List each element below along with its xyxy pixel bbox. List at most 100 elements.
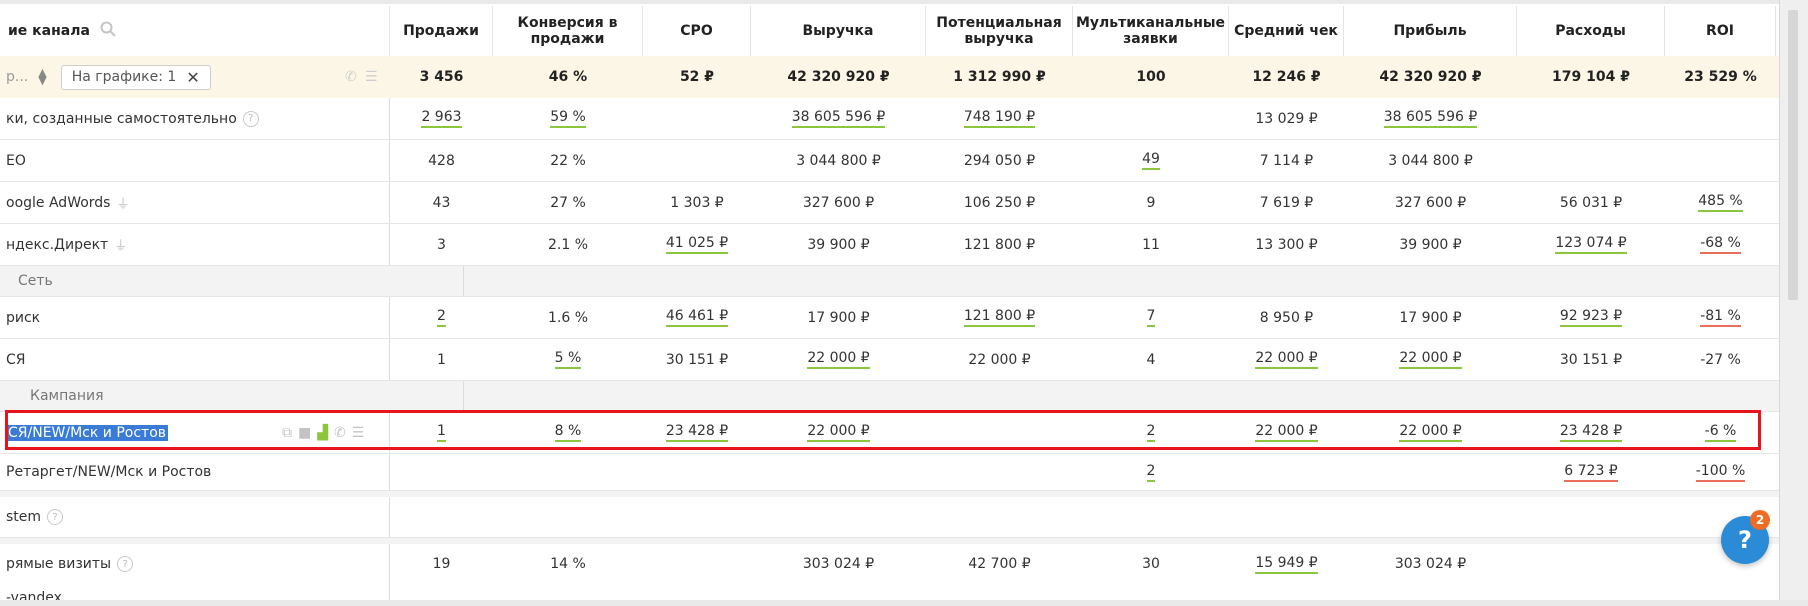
cell-avg-check: 13 300 ₽ (1255, 236, 1318, 253)
header-potential-revenue[interactable]: Потенциальная выручка (926, 6, 1073, 56)
cell-multichannel[interactable]: 2 (1146, 463, 1156, 482)
cell-sales[interactable]: 2 (437, 308, 446, 327)
notification-badge: 2 (1750, 510, 1770, 530)
table-row[interactable]: рямые визиты ? 19 14 % 303 024 ₽ 42 700 … (0, 538, 1780, 585)
cell-sales[interactable]: 1 (437, 423, 446, 442)
scrollbar-thumb[interactable] (1788, 10, 1798, 300)
cell-expenses (1517, 98, 1665, 139)
table-row[interactable]: stem ? (0, 491, 1780, 538)
cell-roi[interactable]: -100 % (1695, 463, 1746, 482)
external-link-icon[interactable]: ⧉ (282, 425, 292, 441)
total-roi: 23 529 % (1684, 69, 1757, 85)
close-icon[interactable]: ✕ (186, 68, 199, 87)
cell-profit[interactable]: 38 605 596 ₽ (1383, 109, 1478, 128)
table-row[interactable]: ндекс.Директ ⏚ 3 2.1 % 41 025 ₽ 39 900 ₽… (0, 224, 1780, 266)
total-profit: 42 320 920 ₽ (1379, 69, 1482, 85)
cell-revenue: 327 600 ₽ (802, 194, 875, 211)
table-row[interactable]: Ретаргет/NEW/Мск и Ростов 2 6 723 ₽ -100… (0, 454, 1780, 491)
cell-multichannel: 9 (1146, 194, 1156, 211)
row-name-cell: ки, созданные самостоятельно ? (0, 98, 390, 139)
cell-profit[interactable]: 22 000 ₽ (1399, 350, 1462, 369)
cell-conversion: 1.6 % (547, 309, 589, 326)
cell-cpo[interactable]: 41 025 ₽ (665, 235, 729, 254)
cell-profit: 303 024 ₽ (1394, 556, 1467, 572)
row-name-cell: Ретаргет/NEW/Мск и Ростов (0, 454, 390, 490)
cell-potential-revenue: 294 050 ₽ (963, 152, 1036, 169)
cell-multichannel: 4 (1146, 351, 1156, 368)
header-conversion[interactable]: Конверсия в продажи (493, 6, 643, 56)
cell-avg-check[interactable]: 22 000 ₽ (1255, 423, 1318, 442)
cell-roi[interactable]: 485 % (1698, 193, 1743, 212)
cell-roi[interactable]: -81 % (1700, 308, 1741, 327)
total-sales: 3 456 (419, 69, 464, 85)
row-name-selected[interactable]: СЯ/NEW/Мск и Ростов (6, 424, 169, 441)
vertical-scrollbar[interactable] (1779, 0, 1808, 606)
cell-multichannel: 30 (1142, 556, 1160, 572)
cell-multichannel[interactable]: 7 (1146, 308, 1156, 327)
cell-revenue[interactable]: 22 000 ₽ (807, 350, 870, 369)
help-circle-icon[interactable]: ? (47, 509, 64, 525)
cell-expenses[interactable]: 6 723 ₽ (1564, 463, 1618, 482)
table-row-selected[interactable]: СЯ/NEW/Мск и Ростов ⧉ ■ ▟ ✆ ☰ 1 8 % 23 4… (0, 412, 1780, 454)
cell-multichannel[interactable]: 49 (1142, 151, 1160, 170)
header-roi[interactable]: ROI (1665, 6, 1776, 56)
help-circle-icon[interactable]: ? (242, 110, 259, 127)
menu-icon[interactable]: ☰ (365, 69, 378, 85)
phone-icon[interactable]: ✆ (334, 425, 346, 441)
square-icon[interactable]: ■ (298, 425, 311, 441)
header-revenue[interactable]: Выручка (751, 6, 926, 56)
header-sales[interactable]: Продажи (390, 6, 493, 56)
chart-icon[interactable]: ▟ (317, 425, 328, 441)
cell-multichannel[interactable]: 2 (1146, 423, 1156, 442)
cell-roi (1665, 98, 1776, 139)
group-header-campaign: Кампания (0, 381, 1780, 412)
cell-profit: 3 044 800 ₽ (1388, 152, 1473, 169)
header-profit[interactable]: Прибыль (1344, 6, 1517, 56)
header-avg-check[interactable]: Средний чек (1229, 6, 1344, 56)
cell-avg-check: 7 114 ₽ (1259, 152, 1314, 169)
header-cpo[interactable]: CPO (643, 6, 751, 56)
cell-cpo[interactable]: 46 461 ₽ (665, 308, 729, 327)
cell-avg-check[interactable]: 15 949 ₽ (1255, 555, 1318, 574)
row-name: EO (6, 152, 26, 169)
row-name-cell: oogle AdWords ⏚ (0, 182, 390, 223)
table-row[interactable]: риск 2 1.6 % 46 461 ₽ 17 900 ₽ 121 800 ₽… (0, 297, 1780, 339)
help-circle-icon[interactable]: ? (117, 556, 134, 572)
cell-roi[interactable]: -6 % (1704, 423, 1737, 442)
header-channel-name[interactable]: ие канала (0, 6, 390, 56)
search-icon[interactable] (100, 21, 116, 41)
group-label: Сеть (18, 273, 53, 289)
header-expenses[interactable]: Расходы (1517, 6, 1665, 56)
cell-roi[interactable]: -68 % (1700, 235, 1741, 254)
cell-cpo[interactable]: 23 428 ₽ (665, 423, 729, 442)
phone-icon[interactable]: ✆ (345, 69, 357, 85)
cell-cpo: 1 303 ₽ (670, 194, 724, 211)
cell-conversion[interactable]: 59 % (550, 109, 586, 128)
header-multichannel[interactable]: Мультиканальные заявки (1073, 6, 1229, 56)
sort-toggle-icon[interactable]: ▲ ▼ (38, 67, 46, 86)
cell-conversion: 14 % (550, 556, 586, 572)
chart-filter-label: На графике: 1 (71, 69, 177, 85)
cell-conversion[interactable]: 8 % (554, 423, 582, 442)
cell-potential-revenue: 106 250 ₽ (963, 194, 1036, 211)
cell-potential-revenue[interactable]: 121 800 ₽ (963, 308, 1036, 327)
cell-sales[interactable]: 2 963 (421, 109, 462, 128)
menu-icon[interactable]: ☰ (352, 425, 365, 441)
cell-revenue[interactable]: 38 605 596 ₽ (791, 109, 886, 128)
cell-expenses[interactable]: 23 428 ₽ (1559, 423, 1623, 442)
cell-expenses[interactable]: 92 923 ₽ (1559, 308, 1623, 327)
table-row[interactable]: oogle AdWords ⏚ 43 27 % 1 303 ₽ 327 600 … (0, 182, 1780, 224)
total-potential-revenue: 1 312 990 ₽ (953, 69, 1046, 85)
cell-cpo: 30 151 ₽ (665, 351, 729, 368)
cell-potential-revenue[interactable]: 748 190 ₽ (963, 109, 1036, 128)
cell-expenses[interactable]: 123 074 ₽ (1555, 235, 1627, 254)
table-row[interactable]: EO 428 22 % 3 044 800 ₽ 294 050 ₽ 49 7 1… (0, 140, 1780, 182)
table-row[interactable]: СЯ 1 5 % 30 151 ₽ 22 000 ₽ 22 000 ₽ 4 22… (0, 339, 1780, 381)
cell-avg-check[interactable]: 22 000 ₽ (1255, 350, 1318, 369)
chart-filter-chip[interactable]: На графике: 1 ✕ (60, 64, 211, 90)
table-header: ие канала Продажи Конверсия в продажи CP… (0, 6, 1780, 57)
cell-conversion[interactable]: 5 % (554, 350, 582, 369)
cell-revenue[interactable]: 22 000 ₽ (807, 423, 870, 442)
table-row[interactable]: ки, созданные самостоятельно ? 2 963 59 … (0, 98, 1780, 140)
cell-profit[interactable]: 22 000 ₽ (1399, 423, 1462, 442)
